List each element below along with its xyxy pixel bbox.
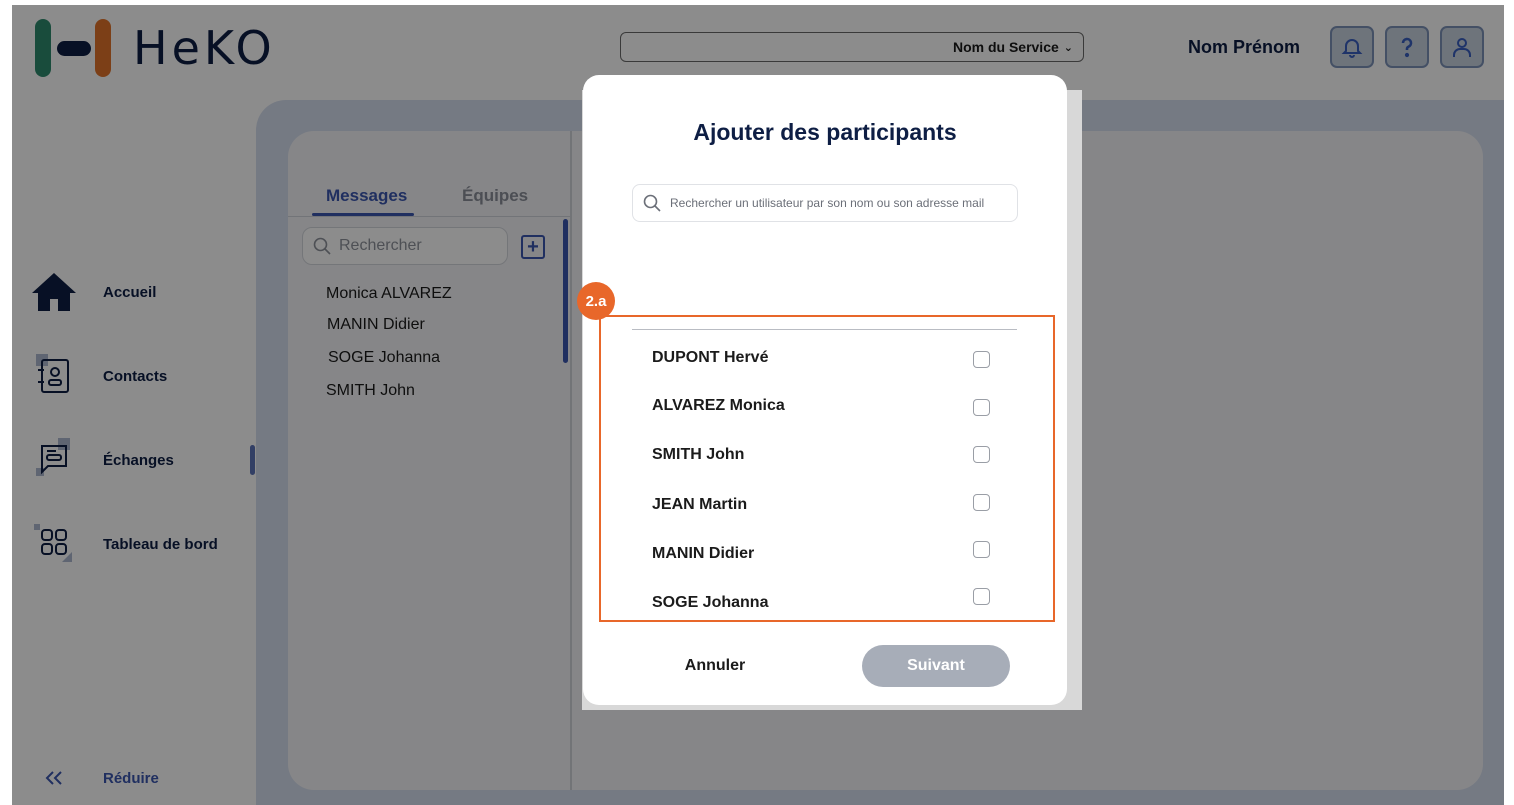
participant-name: DUPONT Hervé <box>652 349 769 366</box>
search-placeholder: Rechercher un utilisateur par son nom ou… <box>670 196 985 210</box>
participant-name: MANIN Didier <box>652 545 755 562</box>
participant-checkbox[interactable] <box>973 494 990 511</box>
app-window: HeKO Nom du Service ⌄ Nom Prénom Accueil… <box>12 5 1504 805</box>
step-badge: 2.a <box>577 282 615 320</box>
participant-checkbox[interactable] <box>973 446 990 463</box>
participant-checkbox[interactable] <box>973 351 990 368</box>
search-icon <box>643 194 661 212</box>
participant-name: SMITH John <box>652 446 745 463</box>
participant-checkbox[interactable] <box>973 399 990 416</box>
participant-name: JEAN Martin <box>652 496 748 513</box>
participant-checkbox[interactable] <box>973 588 990 605</box>
next-button[interactable]: Suivant <box>862 645 1010 687</box>
dialog-title: Ajouter des participants <box>693 119 957 145</box>
participant-name: ALVAREZ Monica <box>652 397 785 414</box>
participant-name: SOGE Johanna <box>652 594 769 611</box>
cancel-button[interactable]: Annuler <box>665 647 765 685</box>
participant-checkbox[interactable] <box>973 541 990 558</box>
user-search-input[interactable]: Rechercher un utilisateur par son nom ou… <box>632 184 1018 222</box>
add-participants-dialog: Ajouter des participants Rechercher un u… <box>577 75 1067 705</box>
